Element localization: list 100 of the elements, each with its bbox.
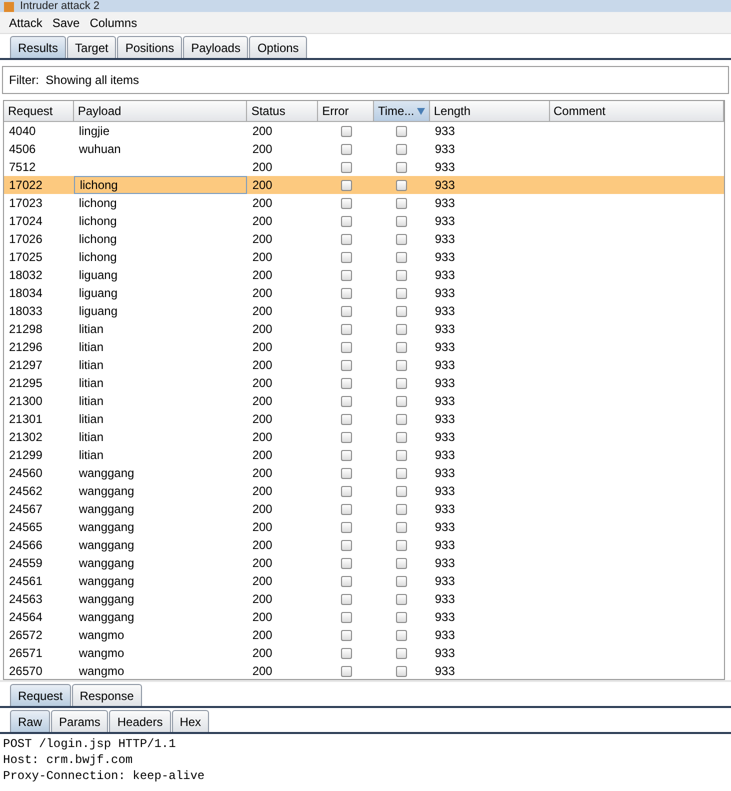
table-cell-text: 17026: [9, 231, 42, 248]
menu-item[interactable]: Attack: [9, 14, 42, 32]
checkbox[interactable]: [396, 486, 408, 496]
table-cell-text: 21298: [9, 321, 42, 338]
checkbox[interactable]: [396, 432, 408, 442]
checkbox[interactable]: [396, 360, 408, 370]
checkbox[interactable]: [340, 288, 352, 298]
checkbox[interactable]: [340, 144, 352, 154]
column-header[interactable]: Comment: [550, 101, 724, 122]
checkbox[interactable]: [340, 216, 352, 226]
checkbox[interactable]: [396, 180, 408, 190]
checkbox[interactable]: [340, 630, 352, 640]
tab[interactable]: Options: [249, 36, 307, 58]
checkbox[interactable]: [340, 432, 352, 442]
tab[interactable]: Payloads: [183, 36, 248, 58]
checkbox[interactable]: [396, 540, 408, 550]
checkbox[interactable]: [396, 306, 408, 316]
checkbox[interactable]: [340, 324, 352, 334]
checkbox[interactable]: [340, 252, 352, 262]
tab[interactable]: Request: [10, 684, 71, 706]
checkbox[interactable]: [340, 342, 352, 352]
checkbox[interactable]: [340, 234, 352, 244]
checkbox[interactable]: [396, 198, 408, 208]
column-header[interactable]: Error: [318, 101, 374, 122]
menu-item[interactable]: Columns: [90, 14, 138, 32]
raw-request-line: Proxy-Connection: keep-alive: [3, 768, 206, 784]
checkbox[interactable]: [396, 450, 408, 460]
checkbox[interactable]: [340, 468, 352, 478]
app-icon: [4, 2, 14, 12]
tab[interactable]: Raw: [10, 710, 50, 732]
table-row[interactable]: 17022 lichong 200 933: [4, 176, 724, 194]
tab[interactable]: Results: [10, 36, 66, 58]
checkbox[interactable]: [396, 504, 408, 514]
checkbox[interactable]: [396, 594, 408, 604]
checkbox[interactable]: [396, 324, 408, 334]
table-cell-text: 200: [252, 429, 272, 446]
checkbox[interactable]: [396, 396, 408, 406]
checkbox[interactable]: [340, 306, 352, 316]
tab[interactable]: Params: [51, 710, 108, 732]
checkbox[interactable]: [396, 270, 408, 280]
table-cell-text: 933: [434, 267, 455, 284]
checkbox[interactable]: [396, 522, 408, 532]
checkbox[interactable]: [396, 558, 408, 568]
checkbox[interactable]: [340, 180, 352, 190]
checkbox[interactable]: [340, 360, 352, 370]
checkbox[interactable]: [340, 126, 352, 136]
checkbox[interactable]: [340, 450, 352, 460]
table-cell-text: 933: [434, 609, 455, 626]
checkbox[interactable]: [340, 270, 352, 280]
checkbox[interactable]: [340, 414, 352, 424]
table-cell-text: 933: [434, 483, 455, 500]
checkbox[interactable]: [396, 126, 408, 136]
column-header[interactable]: Time...: [374, 101, 430, 122]
checkbox[interactable]: [396, 468, 408, 478]
checkbox[interactable]: [340, 594, 352, 604]
checkbox[interactable]: [396, 252, 408, 262]
tab[interactable]: Response: [72, 684, 142, 706]
checkbox[interactable]: [340, 486, 352, 496]
table-cell-text: 933: [434, 249, 455, 266]
table-cell-text: 933: [434, 537, 455, 554]
table-cell-text: 933: [434, 555, 455, 572]
checkbox[interactable]: [396, 162, 408, 172]
checkbox[interactable]: [396, 342, 408, 352]
checkbox[interactable]: [340, 648, 352, 658]
tab[interactable]: Hex: [172, 710, 210, 732]
checkbox[interactable]: [396, 576, 408, 586]
checkbox[interactable]: [340, 378, 352, 388]
checkbox[interactable]: [340, 162, 352, 172]
checkbox[interactable]: [340, 540, 352, 550]
column-header[interactable]: Status: [247, 101, 318, 122]
column-header[interactable]: Payload: [74, 101, 248, 122]
table-cell-text: wuhuan: [78, 141, 121, 158]
filter-label[interactable]: Filter: Showing all items: [9, 71, 140, 89]
checkbox[interactable]: [396, 630, 408, 640]
table-cell-text: lichong: [78, 249, 117, 266]
tab[interactable]: Target: [67, 36, 116, 58]
checkbox[interactable]: [340, 558, 352, 568]
column-header[interactable]: Length: [430, 101, 550, 122]
checkbox[interactable]: [396, 612, 408, 622]
checkbox[interactable]: [340, 504, 352, 514]
checkbox[interactable]: [396, 216, 408, 226]
checkbox[interactable]: [396, 414, 408, 424]
checkbox[interactable]: [396, 234, 408, 244]
checkbox[interactable]: [340, 198, 352, 208]
checkbox[interactable]: [396, 666, 408, 676]
window-title: Intruder attack 2: [20, 0, 100, 12]
checkbox[interactable]: [396, 288, 408, 298]
checkbox[interactable]: [340, 576, 352, 586]
tab[interactable]: Headers: [109, 710, 171, 732]
checkbox[interactable]: [396, 144, 408, 154]
table-cell-text: 933: [434, 213, 455, 230]
menu-item[interactable]: Save: [52, 14, 80, 32]
column-header[interactable]: Request: [4, 101, 74, 122]
tab[interactable]: Positions: [117, 36, 182, 58]
checkbox[interactable]: [340, 396, 352, 406]
checkbox[interactable]: [396, 378, 408, 388]
checkbox[interactable]: [340, 612, 352, 622]
checkbox[interactable]: [396, 648, 408, 658]
checkbox[interactable]: [340, 522, 352, 532]
checkbox[interactable]: [340, 666, 352, 676]
